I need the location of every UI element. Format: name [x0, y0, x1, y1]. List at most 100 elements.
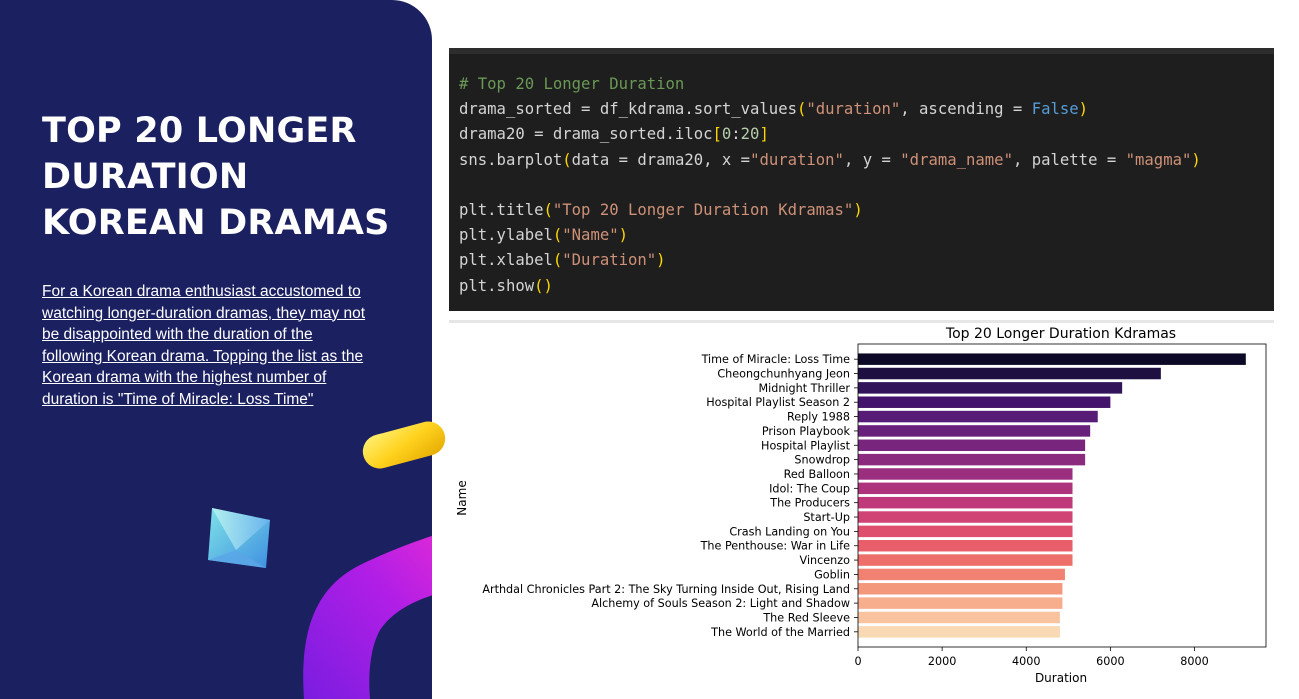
bar — [858, 468, 1073, 480]
slide-title: TOP 20 LONGER DURATION KOREAN DRAMAS — [42, 108, 412, 246]
code-token: drama_sorted = df_kdrama.sort_values — [459, 100, 797, 119]
code-token: plt.show — [459, 276, 535, 295]
bar — [858, 611, 1060, 624]
y-tick-label: Midnight Thriller — [758, 382, 850, 395]
code-token: ) — [853, 201, 863, 220]
code-token: ( — [552, 226, 563, 245]
y-tick-label: Cheongchunhyang Jeon — [717, 368, 850, 381]
code-line: plt.title("Top 20 Longer Duration Kdrama… — [459, 201, 863, 219]
code-token: ( — [562, 150, 572, 169]
bar — [858, 597, 1063, 609]
y-tick-label: Red Balloon — [784, 468, 850, 481]
slide-title-line: KOREAN DRAMAS — [42, 203, 390, 243]
code-token: "Duration" — [562, 251, 657, 270]
x-tick-label: 2000 — [928, 655, 956, 668]
code-token: "Name" — [562, 226, 619, 245]
y-tick-label: The World of the Married — [710, 626, 850, 639]
bar — [858, 396, 1111, 408]
x-tick-label: 0 — [854, 655, 861, 668]
bar — [858, 482, 1073, 495]
y-tick-label: Crash Landing on You — [729, 525, 850, 538]
y-tick-label: The Red Sleeve — [762, 611, 850, 624]
pill-decoration — [362, 421, 446, 469]
crystal-decoration — [208, 508, 270, 568]
code-token: plt.title — [459, 201, 544, 220]
code-token: ) — [656, 251, 666, 270]
y-tick-label: Prison Playbook — [762, 425, 851, 438]
bar — [858, 367, 1161, 380]
code-token: False — [1031, 100, 1079, 119]
chart-title: Top 20 Longer Duration Kdramas — [945, 326, 1176, 342]
bar — [858, 439, 1086, 452]
y-tick-label: Reply 1988 — [787, 411, 850, 424]
code-token: , ascending = — [900, 100, 1032, 119]
y-tick-label: Start-Up — [803, 511, 850, 524]
code-token: ] — [759, 125, 769, 144]
code-line: plt.ylabel("Name") — [459, 226, 628, 244]
bar — [858, 583, 1063, 595]
x-tick-label: 4000 — [1012, 655, 1040, 668]
y-tick-label: Hospital Playlist — [761, 439, 851, 452]
code-line: drama20 = drama_sorted.iloc[0:20] — [459, 125, 769, 143]
y-tick-label: Hospital Playlist Season 2 — [706, 396, 850, 409]
code-token: : — [731, 125, 741, 144]
slide-description: For a Korean drama enthusiast accustomed… — [42, 283, 366, 408]
y-tick-label: Time of Miracle: Loss Time — [701, 353, 851, 366]
y-tick-label: Arthdal Chronicles Part 2: The Sky Turni… — [482, 583, 850, 596]
code-token: drama20 = drama_sorted.iloc — [459, 125, 713, 144]
bar — [858, 568, 1065, 581]
bar — [858, 554, 1073, 566]
y-tick-label: Alchemy of Souls Season 2: Light and Sha… — [591, 597, 850, 610]
slide-title-line: TOP 20 LONGER — [42, 111, 357, 151]
code-token: , palette = — [1012, 150, 1126, 169]
x-tick-label: 8000 — [1180, 655, 1208, 668]
code-token: plt.ylabel — [459, 226, 553, 245]
code-token: "duration" — [750, 150, 844, 169]
bar — [858, 353, 1246, 365]
code-token: [ — [712, 125, 722, 144]
bar — [858, 425, 1091, 437]
code-token: data = drama20, x = — [571, 150, 751, 169]
code-token: , y = — [843, 150, 901, 169]
code-token: ( — [543, 201, 553, 220]
code-token: 20 — [740, 125, 760, 144]
slide-title-line: DURATION — [42, 157, 249, 197]
code-token: ) — [618, 226, 629, 245]
code-line: # Top 20 Longer Duration — [459, 75, 684, 93]
code-token: sns.barplot — [459, 150, 563, 169]
bar — [858, 453, 1086, 466]
code-line: drama_sorted = df_kdrama.sort_values("du… — [459, 100, 1088, 118]
code-token: ) — [1078, 100, 1089, 119]
x-axis-label: Duration — [1035, 671, 1087, 685]
y-tick-label: Snowdrop — [794, 454, 850, 467]
code-token: 0 — [721, 125, 732, 144]
y-tick-label: The Producers — [769, 497, 850, 510]
y-tick-label: Goblin — [814, 568, 850, 581]
bar — [858, 539, 1073, 552]
code-token: () — [534, 276, 553, 295]
y-tick-label: Vincenzo — [800, 554, 851, 567]
y-tick-label: The Penthouse: War in Life — [700, 540, 851, 553]
code-token: ( — [552, 251, 563, 270]
code-token: "duration" — [806, 100, 901, 119]
code-panel: # Top 20 Longer Duration drama_sorted = … — [449, 48, 1274, 311]
swirl-decoration — [303, 535, 432, 699]
code-token: "drama_name" — [900, 150, 1013, 169]
bar — [858, 626, 1060, 638]
code-line: sns.barplot(data = drama20, x ="duration… — [459, 151, 1201, 169]
code-token: "Top 20 Longer Duration Kdramas" — [552, 201, 854, 220]
left-panel: TOP 20 LONGER DURATION KOREAN DRAMAS For… — [0, 0, 432, 699]
y-tick-label: Idol: The Coup — [769, 482, 850, 495]
bar-chart: Top 20 Longer Duration Kdramas Time of M… — [455, 326, 1267, 685]
code-token: plt.xlabel — [459, 251, 553, 270]
bar — [858, 525, 1073, 538]
x-tick-label: 6000 — [1096, 655, 1124, 668]
code-token: ( — [796, 100, 807, 119]
bar — [858, 410, 1098, 423]
bar — [858, 382, 1123, 394]
code-line: plt.xlabel("Duration") — [459, 251, 666, 269]
code-block: # Top 20 Longer Duration drama_sorted = … — [459, 72, 1201, 299]
code-token: ) — [1191, 150, 1201, 169]
code-line: plt.show() — [459, 277, 553, 295]
bar — [858, 496, 1073, 509]
